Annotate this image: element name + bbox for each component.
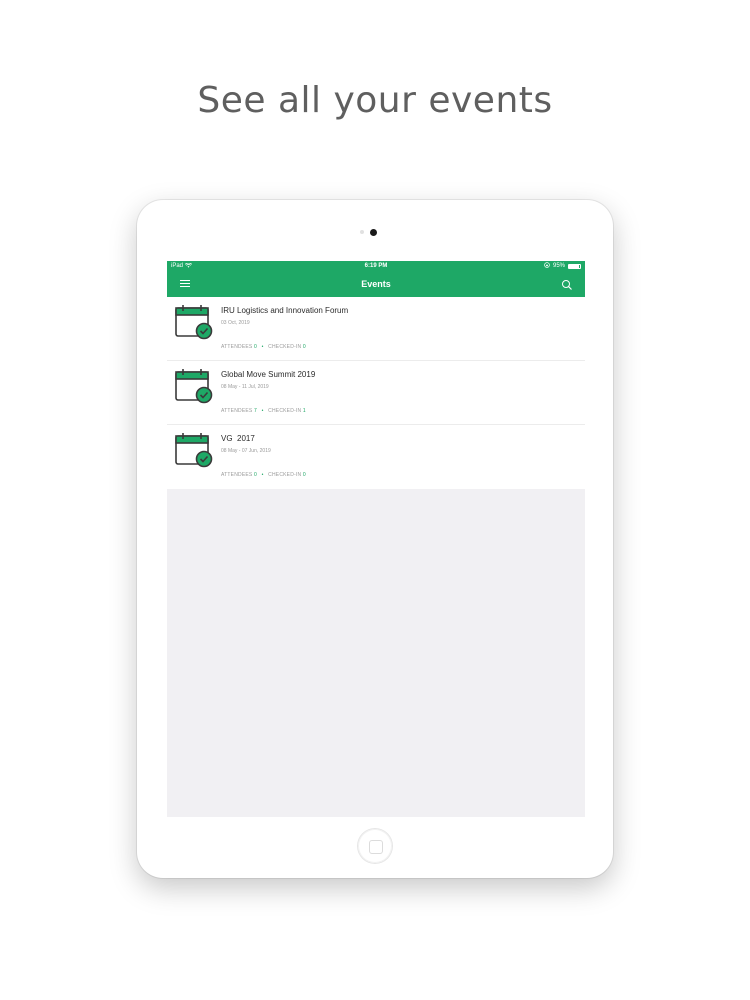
- attendees-label: ATTENDEES: [221, 472, 253, 478]
- app-screen: iPad 6:19 PM 95% Events IRU Logistics an…: [167, 261, 585, 817]
- attendees-count: 0: [254, 344, 258, 350]
- checked-in-label: CHECKED-IN: [268, 408, 302, 414]
- event-stats: ATTENDEES 7 • CHECKED-IN 1: [221, 408, 306, 414]
- stats-separator: •: [261, 408, 264, 414]
- event-stats: ATTENDEES 0 • CHECKED-IN 0: [221, 472, 306, 478]
- attendees-label: ATTENDEES: [221, 344, 253, 350]
- checked-in-count: 0: [302, 344, 306, 350]
- event-date: 08 May - 11 Jul, 2019: [221, 384, 269, 390]
- calendar-check-icon: [174, 368, 214, 404]
- battery-percent: 95%: [552, 263, 565, 269]
- search-icon[interactable]: [561, 278, 573, 290]
- stats-separator: •: [261, 472, 264, 478]
- status-right: 95%: [544, 261, 581, 271]
- checked-in-label: CHECKED-IN: [268, 344, 302, 350]
- attendees-count: 0: [254, 472, 258, 478]
- calendar-check-icon: [174, 304, 214, 340]
- front-camera: [370, 229, 377, 236]
- rotation-lock-icon: [544, 261, 550, 271]
- checked-in-label: CHECKED-IN: [268, 472, 302, 478]
- nav-title: Events: [361, 279, 391, 289]
- checked-in-count: 0: [302, 472, 306, 478]
- event-row[interactable]: IRU Logistics and Innovation Forum 03 Oc…: [167, 297, 585, 361]
- attendees-label: ATTENDEES: [221, 408, 253, 414]
- event-date: 03 Oct, 2019: [221, 320, 250, 326]
- event-stats: ATTENDEES 0 • CHECKED-IN 0: [221, 344, 306, 350]
- event-row[interactable]: Global Move Summit 2019 08 May - 11 Jul,…: [167, 361, 585, 425]
- event-list: IRU Logistics and Innovation Forum 03 Oc…: [167, 297, 585, 489]
- status-time: 6:19 PM: [364, 263, 388, 269]
- attendees-count: 7: [254, 408, 258, 414]
- calendar-check-icon: [174, 432, 214, 468]
- nav-bar: Events: [167, 271, 585, 297]
- event-title: Global Move Summit 2019: [221, 370, 316, 379]
- headline: See all your events: [197, 80, 553, 121]
- event-title: VG 2017: [221, 434, 255, 443]
- event-date: 08 May - 07 Jun, 2019: [221, 448, 271, 454]
- front-sensor: [360, 230, 364, 234]
- home-button[interactable]: [358, 829, 392, 863]
- ipad-device-frame: iPad 6:19 PM 95% Events IRU Logistics an…: [137, 200, 613, 878]
- status-bar: iPad 6:19 PM 95%: [167, 261, 585, 271]
- checked-in-count: 1: [302, 408, 306, 414]
- event-row[interactable]: VG 2017 08 May - 07 Jun, 2019 ATTENDEES …: [167, 425, 585, 489]
- event-title: IRU Logistics and Innovation Forum: [221, 306, 349, 315]
- stats-separator: •: [261, 344, 264, 350]
- battery-icon: [568, 263, 581, 269]
